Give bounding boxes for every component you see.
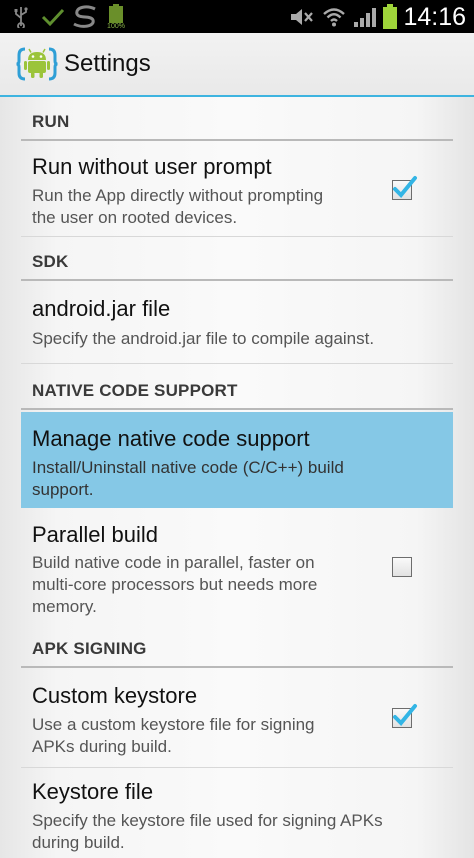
pref-summary: Run the App directly without prompting t… (32, 186, 324, 227)
category-native-code: NATIVE CODE SUPPORT (21, 364, 453, 410)
checkmark-icon (393, 176, 417, 198)
parallel-build-checkbox[interactable] (392, 557, 412, 577)
category-label: NATIVE CODE SUPPORT (32, 381, 238, 400)
pref-title: Manage native code support (32, 426, 310, 451)
run-without-prompt-checkbox[interactable] (392, 176, 417, 200)
pref-android-jar[interactable]: android.jar file Specify the android.jar… (21, 281, 453, 364)
pref-summary: Specify the keystore file used for signi… (32, 811, 383, 852)
category-apk-signing: APK SIGNING (21, 625, 453, 668)
pref-run-without-prompt[interactable]: Run without user prompt Run the App dire… (21, 141, 453, 237)
pref-summary: Use a custom keystore file for signing A… (32, 715, 315, 756)
category-run: RUN (21, 97, 453, 141)
s-logo-icon (70, 0, 100, 33)
android-code-icon[interactable] (16, 43, 58, 85)
pref-title: android.jar file (32, 296, 171, 321)
signal-icon (352, 0, 378, 33)
battery-icon (381, 0, 399, 33)
battery-badge: 100% (107, 22, 125, 30)
mute-icon (288, 0, 316, 33)
category-label: APK SIGNING (32, 639, 147, 658)
pref-title: Custom keystore (32, 683, 198, 708)
action-bar: Settings (0, 33, 474, 97)
custom-keystore-checkbox[interactable] (392, 704, 417, 728)
check-icon (40, 0, 66, 33)
category-sdk: SDK (21, 237, 453, 281)
usb-icon (10, 0, 32, 33)
clock: 14:16 (403, 3, 466, 31)
category-label: RUN (32, 112, 70, 131)
status-bar: 100% 14:16 (0, 0, 474, 33)
wifi-icon (320, 0, 348, 33)
pref-custom-keystore[interactable]: Custom keystore Use a custom keystore fi… (21, 668, 453, 768)
pref-summary: Install/Uninstall native code (C/C++) bu… (32, 458, 344, 499)
pref-title: Keystore file (32, 779, 154, 804)
pref-manage-native[interactable]: Manage native code support Install/Unins… (21, 412, 453, 508)
page-title: Settings (64, 50, 151, 77)
settings-list[interactable]: RUN Run without user prompt Run the App … (0, 97, 474, 858)
pref-summary: Build native code in parallel, faster on… (32, 553, 318, 616)
pref-title: Run without user prompt (32, 154, 272, 179)
pref-title: Parallel build (32, 522, 158, 547)
category-label: SDK (32, 252, 69, 271)
pref-summary: Specify the android.jar file to compile … (32, 329, 375, 348)
pref-parallel-build[interactable]: Parallel build Build native code in para… (21, 508, 453, 625)
pref-keystore-file[interactable]: Keystore file Specify the keystore file … (21, 768, 453, 858)
battery-small-icon: 100% (104, 0, 128, 33)
checkmark-icon (393, 704, 417, 726)
